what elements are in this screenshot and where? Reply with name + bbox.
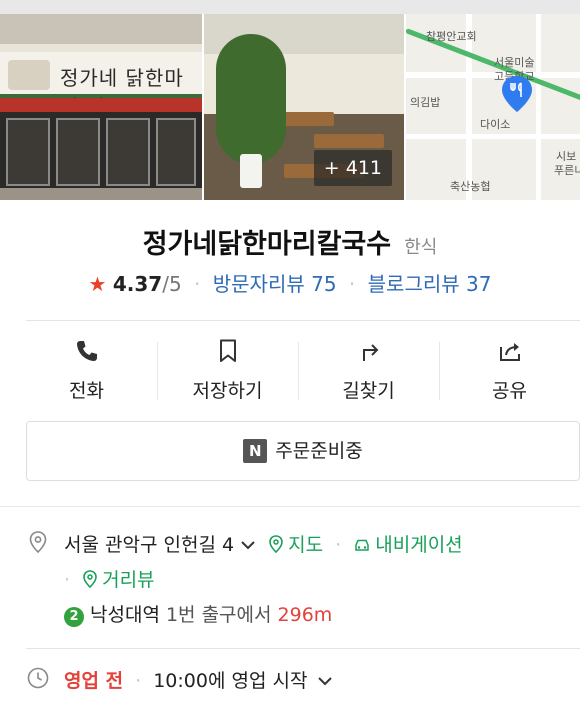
store-logo: [8, 60, 50, 90]
section-divider: [0, 506, 580, 507]
directions-icon: [362, 344, 378, 361]
map-pin-small-icon: [83, 570, 97, 588]
share-icon: [499, 343, 520, 361]
chevron-down-icon[interactable]: [317, 675, 333, 687]
title-row: 정가네닭한마리칼국수 한식: [0, 222, 580, 261]
more-photos-badge[interactable]: + 411: [313, 150, 392, 186]
directions-button[interactable]: 길찾기: [298, 330, 439, 410]
clock-icon: [27, 667, 49, 689]
subway-row: 2 낙성대역 1번 출구에서 296m: [64, 600, 332, 627]
navigation-link[interactable]: 내비게이션: [353, 534, 463, 556]
place-category: 한식: [404, 237, 438, 258]
plant: [216, 34, 286, 164]
address-row: 서울 관악구 인헌길 4 지도 · 내비게이션: [64, 534, 463, 556]
bookmark-icon: [219, 339, 236, 362]
divider: [26, 320, 580, 321]
hours-detail: 10:00에 영업 시작: [153, 670, 308, 692]
navigation-link-label: 내비게이션: [375, 534, 463, 556]
call-button[interactable]: 전화: [16, 330, 157, 410]
phone-icon: [76, 341, 97, 361]
rating-max: /5: [162, 272, 182, 296]
map-link-label: 지도: [288, 534, 324, 556]
visitor-reviews-link[interactable]: 방문자리뷰 75: [213, 272, 337, 296]
storefront-photo[interactable]: 정가네 닭한마리 칼국수: [0, 14, 202, 200]
subway-exit: 1번 출구에서: [165, 604, 272, 626]
action-bar: 전화 저장하기 길찾기 공유: [16, 330, 580, 410]
share-label: 공유: [492, 380, 527, 402]
divider: [26, 648, 580, 649]
hours-row[interactable]: 영업 전 · 10:00에 영업 시작: [64, 666, 333, 693]
subway-line-badge: 2: [64, 607, 84, 627]
map-label: 축산농협: [450, 180, 491, 193]
map-label: 의김밥: [410, 96, 441, 109]
map-label: 다이소: [480, 118, 511, 131]
location-pin-icon: [29, 531, 47, 554]
map-pin-icon: [502, 76, 532, 112]
directions-label: 길찾기: [342, 380, 395, 402]
naver-n-icon: N: [243, 439, 268, 463]
blog-reviews-link[interactable]: 블로그리뷰 37: [368, 272, 492, 296]
map-label: 푸른니: [554, 164, 580, 177]
photo-strip[interactable]: 정가네 닭한마리 칼국수 + 411 참평안교회 서울미술 고등학교 의김밥 다…: [0, 14, 580, 200]
subway-station: 낙성대역: [90, 604, 160, 626]
save-button[interactable]: 저장하기: [157, 330, 298, 410]
subway-distance: 296m: [277, 604, 333, 626]
interior-photo[interactable]: + 411: [204, 14, 404, 200]
map-pin-small-icon: [269, 535, 283, 553]
save-label: 저장하기: [192, 380, 263, 402]
share-button[interactable]: 공유: [439, 330, 580, 410]
map-thumbnail[interactable]: 참평안교회 서울미술 고등학교 의김밥 다이소 시보 푸른니 축산농협: [406, 14, 580, 200]
call-label: 전화: [69, 380, 104, 402]
street-view-row: · 거리뷰: [64, 569, 155, 591]
star-icon: ★: [88, 272, 107, 296]
chevron-down-icon[interactable]: [240, 539, 256, 551]
awning: [0, 98, 202, 112]
status-bar: [0, 0, 580, 14]
address-text[interactable]: 서울 관악구 인헌길 4: [64, 534, 234, 556]
street-view-label: 거리뷰: [102, 569, 155, 591]
rating-score: 4.37: [112, 272, 163, 296]
car-icon: [355, 539, 370, 551]
rating-row: ★ 4.37/5 · 방문자리뷰 75 · 블로그리뷰 37: [88, 272, 492, 296]
order-button[interactable]: N 주문준비중: [26, 421, 580, 481]
street-view-link[interactable]: 거리뷰: [82, 569, 155, 591]
order-label: 주문준비중: [275, 440, 363, 462]
hours-status: 영업 전: [64, 670, 124, 692]
map-link[interactable]: 지도: [268, 534, 329, 556]
place-name: 정가네닭한마리칼국수: [142, 229, 392, 260]
map-label: 참평안교회: [426, 30, 477, 43]
